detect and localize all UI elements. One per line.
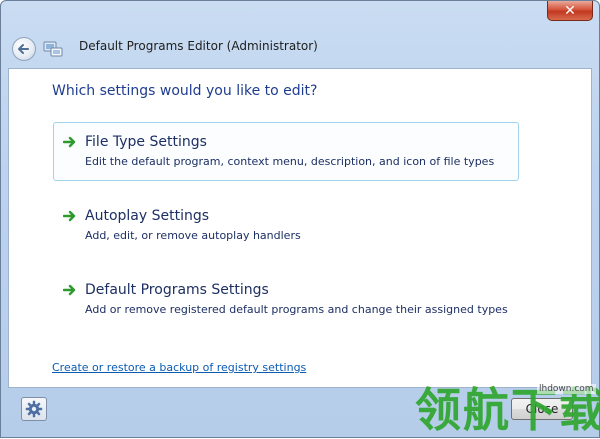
title-bar: ✕ Default Programs Editor (Administrator…	[1, 1, 599, 67]
back-arrow-icon	[18, 44, 29, 54]
option-title: File Type Settings	[85, 134, 207, 150]
app-icon	[43, 41, 63, 57]
option-default-programs-settings[interactable]: Default Programs Settings Add or remove …	[53, 270, 519, 329]
window-title: Default Programs Editor (Administrator)	[79, 39, 318, 53]
option-title: Default Programs Settings	[85, 282, 269, 298]
back-button[interactable]	[12, 37, 36, 61]
option-autoplay-settings[interactable]: Autoplay Settings Add, edit, or remove a…	[53, 196, 519, 255]
green-arrow-icon	[63, 284, 76, 296]
close-icon: ✕	[564, 2, 576, 19]
window-close-button[interactable]: ✕	[547, 1, 593, 21]
option-title: Autoplay Settings	[85, 208, 210, 224]
option-description: Add or remove registered default program…	[85, 303, 508, 316]
green-arrow-icon	[63, 210, 76, 222]
watermark-url: lhdown.com	[537, 384, 596, 394]
green-arrow-icon	[63, 136, 76, 148]
option-description: Add, edit, or remove autoplay handlers	[85, 229, 301, 242]
gear-icon	[25, 400, 43, 418]
option-description: Edit the default program, context menu, …	[85, 155, 495, 168]
page-heading: Which settings would you like to edit?	[52, 83, 318, 99]
content-panel: Which settings would you like to edit? F…	[8, 68, 592, 388]
settings-button[interactable]	[21, 397, 47, 421]
option-file-type-settings[interactable]: File Type Settings Edit the default prog…	[53, 122, 519, 181]
backup-settings-link[interactable]: Create or restore a backup of registry s…	[52, 361, 306, 374]
app-window: ✕ Default Programs Editor (Administrator…	[0, 0, 600, 438]
